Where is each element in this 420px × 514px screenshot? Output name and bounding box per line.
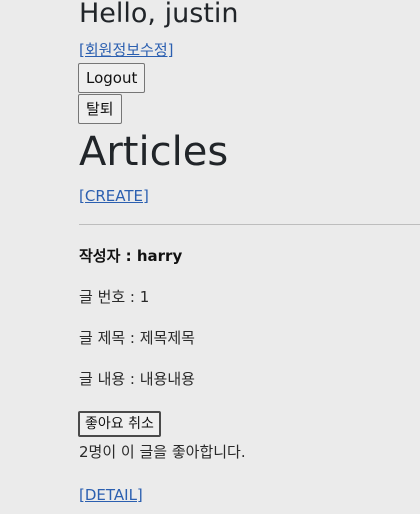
page-title: Articles (79, 129, 229, 175)
greeting-heading: Hello, justin (79, 0, 239, 29)
unlike-button[interactable]: 좋아요 취소 (78, 411, 161, 437)
withdraw-button[interactable]: 탈퇴 (78, 94, 122, 124)
article-title: 글 제목 : 제목제목 (79, 329, 195, 347)
create-article-link[interactable]: [CREATE] (79, 186, 149, 206)
article-author: 작성자 : harry (79, 247, 183, 265)
article-content: 글 내용 : 내용내용 (79, 370, 195, 388)
edit-profile-link[interactable]: [회원정보수정] (79, 40, 174, 60)
article-detail-link[interactable]: [DETAIL] (79, 485, 143, 505)
logout-button[interactable]: Logout (78, 63, 146, 93)
divider (79, 224, 420, 225)
article-number: 글 번호 : 1 (79, 288, 150, 306)
likes-count-text: 2명이 이 글을 좋아합니다. (79, 443, 246, 461)
page: Hello, justin [회원정보수정] Logout 탈퇴 Article… (0, 0, 420, 514)
